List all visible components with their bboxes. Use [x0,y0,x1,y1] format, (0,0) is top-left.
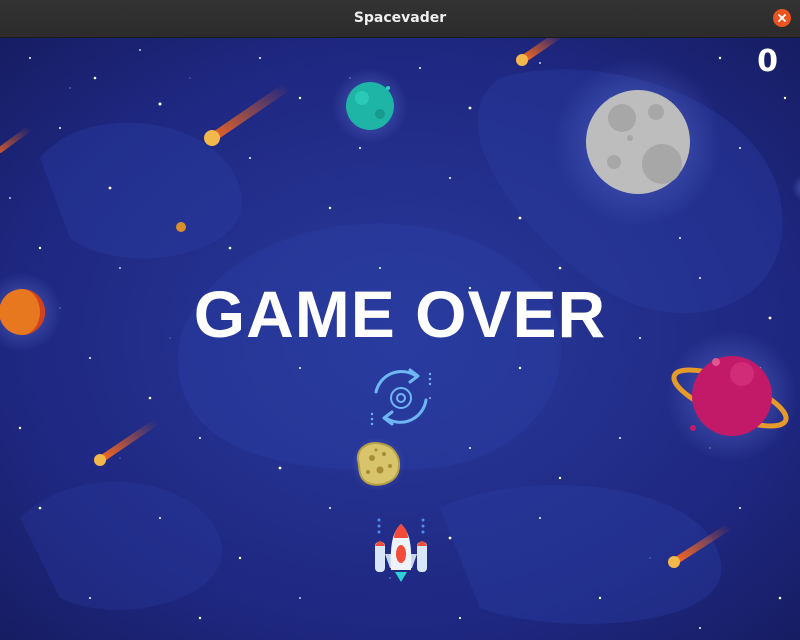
spaceship-icon [375,518,427,582]
window-title: Spacevader [353,10,447,26]
game-over-text: GAME OVER [193,277,607,351]
restart-button[interactable] [364,364,438,432]
close-button[interactable] [773,9,791,27]
game-canvas[interactable]: 0 GAME OVER [0,38,800,640]
title-bar: Spacevader [0,0,800,38]
grey-moon [554,58,722,226]
score-display: 0 [757,44,778,79]
restart-icon [370,368,432,426]
teal-planet [332,68,408,144]
small-planet [176,222,186,232]
asteroid-icon [351,437,405,491]
close-icon [778,14,786,22]
game-window: Spacevader 0 GAME OVER [0,0,800,640]
